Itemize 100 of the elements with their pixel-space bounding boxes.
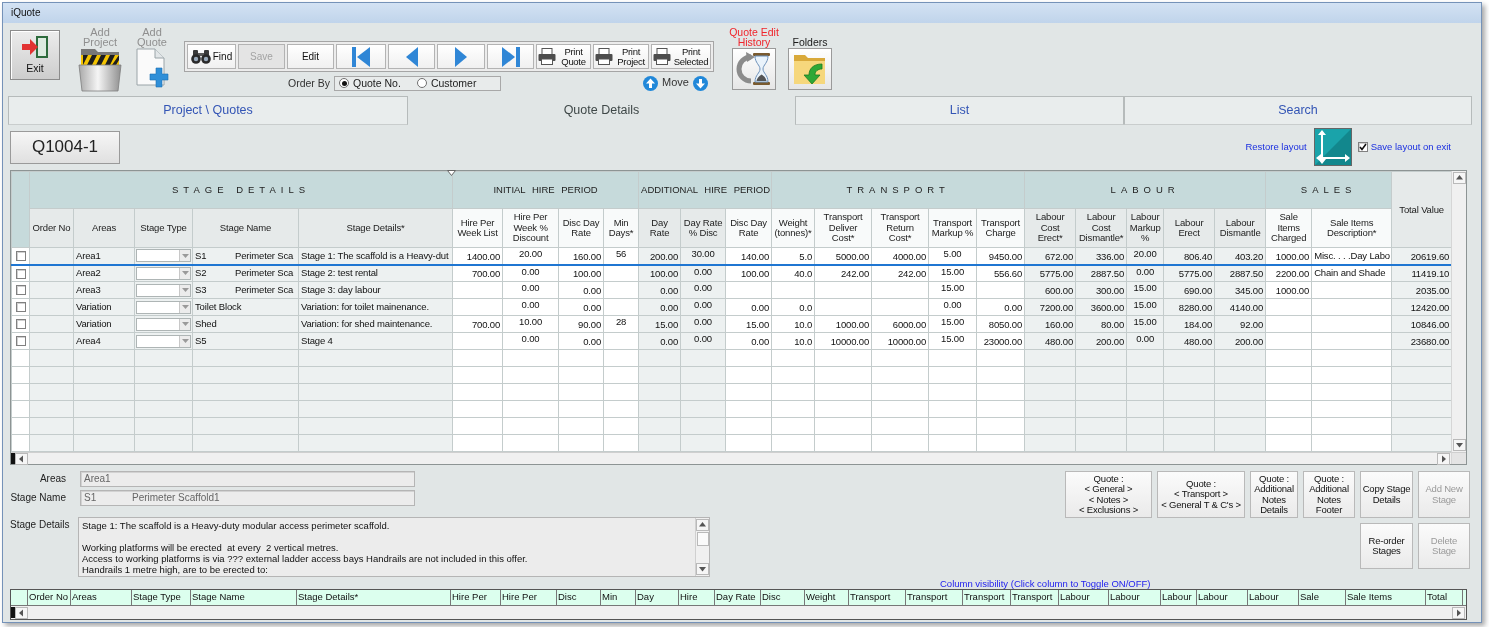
column-header[interactable]: Weight (tonnes)* <box>771 208 815 248</box>
arrow-up-icon[interactable] <box>696 519 709 531</box>
tab[interactable]: List <box>795 96 1124 125</box>
stage-type-dropdown[interactable] <box>136 266 191 280</box>
horizontal-scrollbar[interactable] <box>11 606 1466 619</box>
print-button[interactable]: Print Quote <box>536 44 591 69</box>
tab[interactable]: Project \ Quotes <box>8 96 408 125</box>
folders-button[interactable] <box>788 48 832 90</box>
column-header[interactable]: Labour Cost Erect* <box>1024 208 1076 248</box>
column-toggle[interactable]: Order No <box>28 590 71 605</box>
edit-button[interactable]: Edit <box>287 44 334 69</box>
exit-button[interactable]: Exit <box>10 30 60 80</box>
column-toggle[interactable]: Hire Per <box>501 590 557 605</box>
restore-layout-button[interactable] <box>1313 128 1352 166</box>
column-header[interactable]: Disc Day Rate <box>725 208 772 248</box>
action-button[interactable]: Copy Stage Details <box>1360 471 1413 518</box>
column-toggle[interactable]: Stage Name <box>191 590 297 605</box>
arrow-left-icon[interactable] <box>15 606 28 619</box>
column-header[interactable]: Labour Erect <box>1163 208 1215 248</box>
column-header[interactable]: Day Rate % Disc <box>680 208 726 248</box>
column-header[interactable]: Total Value <box>1391 171 1452 248</box>
column-toggle[interactable]: Stage Type <box>132 590 191 605</box>
print-button[interactable]: Print Project <box>593 44 649 69</box>
column-header[interactable]: Transport Charge <box>976 208 1025 248</box>
next-record-button[interactable] <box>437 44 485 69</box>
add-quote-button[interactable] <box>135 48 169 88</box>
column-header[interactable]: Order No <box>29 208 74 248</box>
column-header[interactable]: Transport Deliver Cost* <box>814 208 872 248</box>
column-header[interactable]: Disc Day Rate <box>558 208 604 248</box>
table-row[interactable]: Variation Shed Variation: for shed maintenance. 700.00 10.00 90.00 28 15.00 0.00 15.00 10.0 1000.00 6000.00 15.00 8050.00 160.00 80.00 15.00 184.00 92.00 10846.00 <box>11 315 1452 333</box>
arrow-right-icon[interactable] <box>1452 606 1465 619</box>
row-checkbox[interactable] <box>15 251 26 262</box>
column-toggle[interactable]: Disc <box>761 590 805 605</box>
column-toggle[interactable]: Day <box>636 590 679 605</box>
column-header[interactable]: Transport Return Cost* <box>871 208 929 248</box>
column-header[interactable]: Hire Per Week List <box>452 208 503 248</box>
table-row[interactable]: Area3 S3 Perimeter Sca Stage 3: day labour 0.00 0.00 0.00 0.00 15.00 600.00 300.00 15.00 690.00 345.00 1000.00 2035.00 <box>11 281 1452 299</box>
arrow-down-icon[interactable] <box>696 563 709 575</box>
row-checkbox[interactable] <box>15 336 26 347</box>
column-header[interactable]: Stage Type <box>134 208 193 248</box>
scroll-thumb[interactable] <box>11 607 15 618</box>
stage-name-field[interactable]: S1 Perimeter Scaffold1 <box>80 490 415 506</box>
column-toggle[interactable]: Hire <box>679 590 715 605</box>
column-header[interactable]: Areas <box>73 208 135 248</box>
previous-record-button[interactable] <box>388 44 435 69</box>
column-toggle[interactable]: Labour <box>1109 590 1161 605</box>
areas-field[interactable]: Area1 <box>80 471 415 487</box>
stage-type-dropdown[interactable] <box>136 300 191 314</box>
table-row[interactable]: Variation Toilet Block Variation: for toilet mainenance. 0.00 0.00 0.00 0.00 0.00 0.0 0.00 0.00 7200.00 3600.00 15.00 8280.00 4140.00 12420.00 <box>11 298 1452 316</box>
table-row[interactable]: Area2 S2 Perimeter Sca Stage 2: test rental 700.00 0.00 100.00 100.00 0.00 100.00 40.0 242.00 242.00 15.00 556.60 5775.00 2887.50 0.00 5775.00 2887.50 2200.00 Chain and Shade 11419.10 <box>11 264 1452 282</box>
column-header[interactable]: Stage Details* <box>298 208 453 248</box>
edit-history-button[interactable] <box>732 48 776 90</box>
column-header[interactable]: Sale Items Charged <box>1265 208 1312 248</box>
row-checkbox[interactable] <box>15 268 26 279</box>
column-toggle[interactable]: Hire Per <box>451 590 501 605</box>
table-row[interactable] <box>11 247 1452 265</box>
action-button[interactable]: Quote : < Transport > < General T & C's > <box>1157 471 1245 518</box>
column-toggle[interactable]: Sale Items <box>1346 590 1426 605</box>
column-header[interactable]: Day Rate <box>638 208 681 248</box>
action-button[interactable]: Quote : < General > < Notes > < Exclusions > <box>1065 471 1152 518</box>
column-header[interactable]: Transport Markup % <box>928 208 977 248</box>
column-toggle[interactable]: Weight <box>805 590 849 605</box>
column-toggle[interactable]: Min <box>601 590 636 605</box>
vertical-scrollbar[interactable] <box>1451 171 1466 452</box>
column-header[interactable]: Sale Items Description* <box>1311 208 1392 248</box>
arrow-left-icon[interactable] <box>15 452 28 465</box>
stage-details-field[interactable]: Stage 1: The scaffold is a Heavy-duty modular access perimeter scaffold. Working platforms will be erected at every 2 vertical metres. Access to working platforms is via ??? external ladder access bays Handrails are not included in this offer. Handrails 1 metre high, are to be erected to: <box>78 517 710 577</box>
radio-button[interactable] <box>339 78 349 88</box>
column-header[interactable]: Labour Dismantle <box>1214 208 1266 248</box>
action-button[interactable]: Quote : Additional Notes Footer <box>1303 471 1355 518</box>
column-toggle[interactable]: Labour <box>1161 590 1197 605</box>
arrow-up-icon[interactable] <box>1452 172 1466 184</box>
column-toggle[interactable]: Transport <box>849 590 906 605</box>
first-record-button[interactable] <box>336 44 386 69</box>
horizontal-scrollbar[interactable] <box>11 452 1451 464</box>
radio-button[interactable] <box>416 78 427 88</box>
row-checkbox[interactable] <box>15 302 26 313</box>
column-toggle[interactable]: Transport <box>963 590 1011 605</box>
column-toggle[interactable]: Areas <box>71 590 132 605</box>
column-toggle[interactable]: Day Rate <box>715 590 761 605</box>
column-toggle[interactable]: Total <box>1426 590 1463 605</box>
column-header[interactable]: Labour Cost Dismantle* <box>1075 208 1127 248</box>
column-header[interactable]: Stage Name <box>192 208 299 248</box>
add-project-button[interactable] <box>78 48 122 92</box>
restore-layout-link[interactable]: Restore layout <box>1245 141 1307 153</box>
column-toggle[interactable]: Transport <box>1011 590 1059 605</box>
row-checkbox[interactable] <box>15 319 26 330</box>
stage-type-dropdown[interactable] <box>136 283 191 297</box>
arrow-right-icon[interactable] <box>1437 452 1450 465</box>
stage-type-dropdown[interactable] <box>136 249 191 263</box>
find-button[interactable]: Find <box>187 44 236 69</box>
column-toggle[interactable]: Labour <box>1248 590 1299 605</box>
action-button[interactable]: Quote : Additional Notes Details <box>1250 471 1298 518</box>
arrow-down-circle-icon[interactable] <box>692 75 708 91</box>
column-toggle[interactable]: Stage Details* <box>297 590 451 605</box>
column-toggle[interactable]: Disc <box>557 590 601 605</box>
column-toggle[interactable]: Labour <box>1059 590 1109 605</box>
action-button[interactable]: Re-order Stages <box>1360 523 1413 569</box>
column-toggle[interactable]: Sale <box>1299 590 1346 605</box>
scroll-thumb[interactable] <box>696 532 709 546</box>
